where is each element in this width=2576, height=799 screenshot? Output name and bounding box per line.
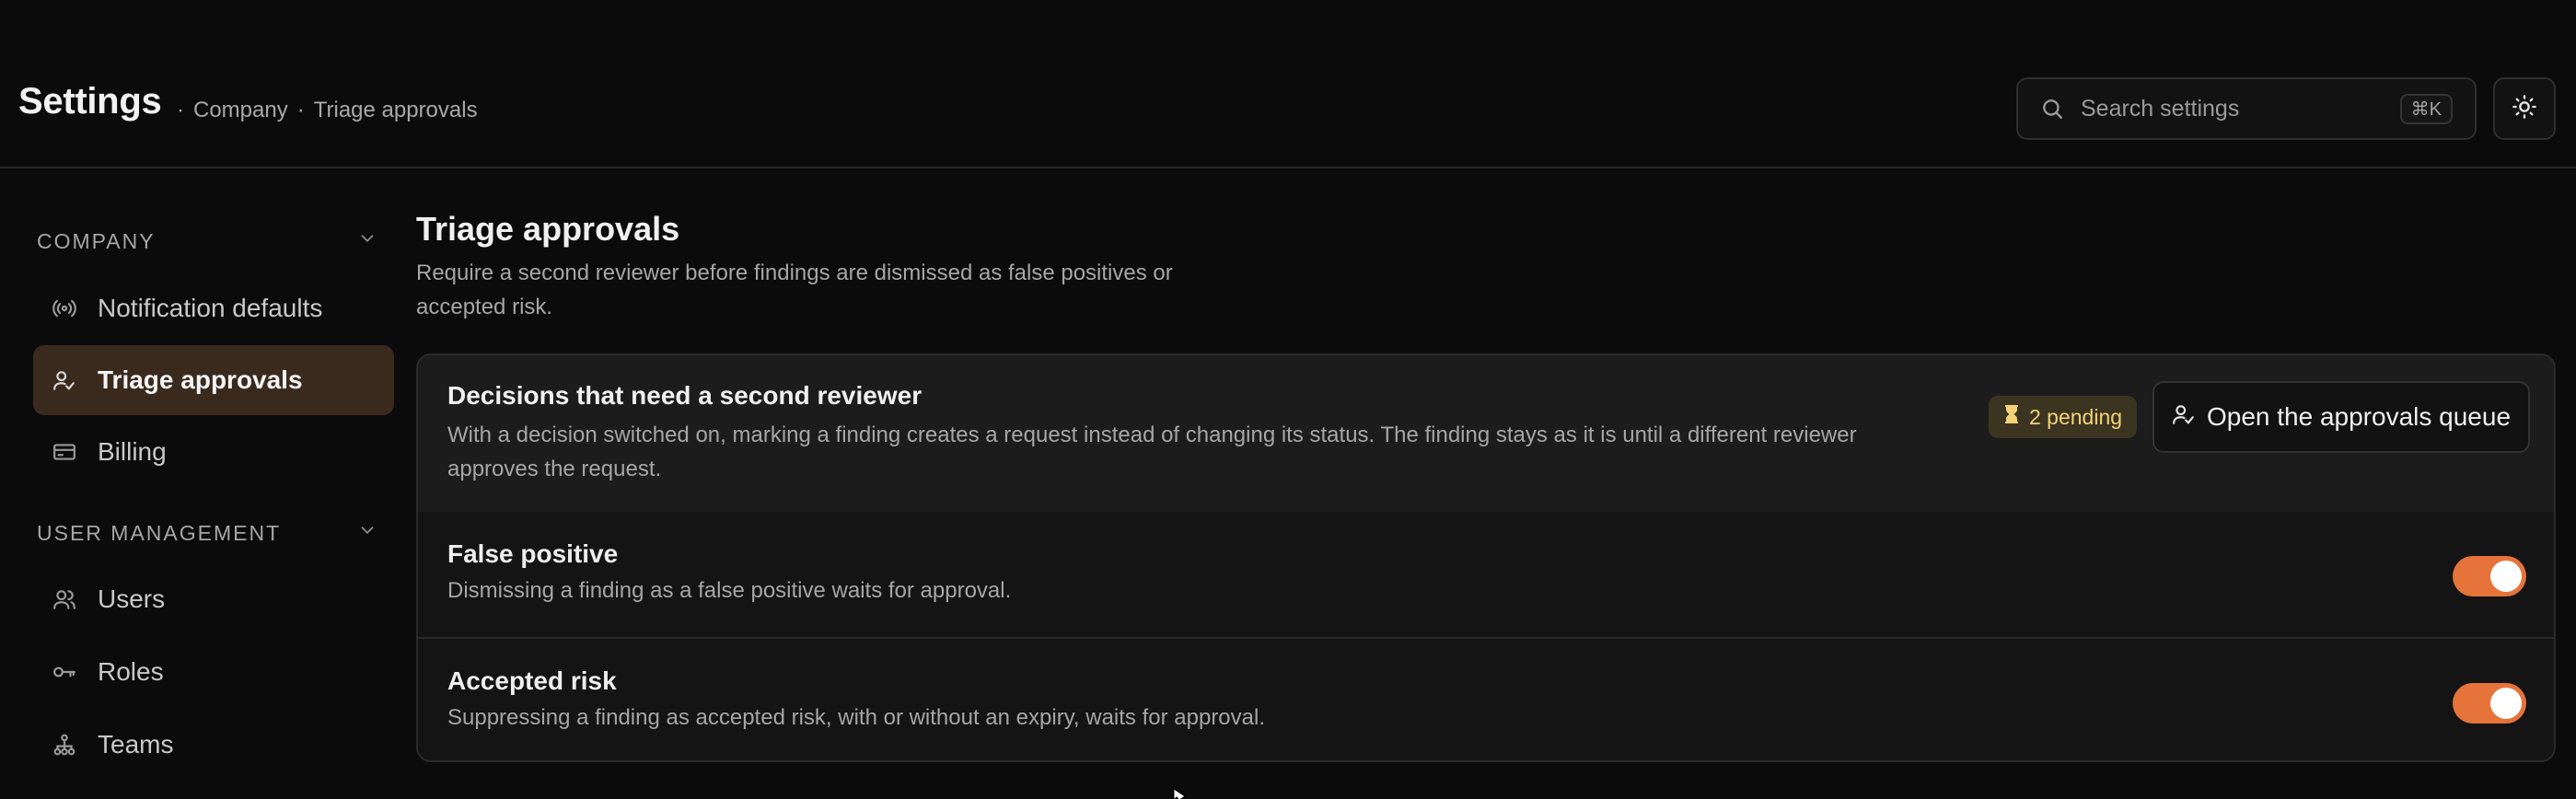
theme-toggle-button[interactable] [2493,77,2556,140]
search-input[interactable]: Search settings ⌘K [2016,77,2477,140]
section-title: Triage approvals [416,210,680,248]
org-chart-icon [52,732,77,758]
breadcrumb: · Company · Triage approvals [177,98,478,123]
chevron-down-icon [357,228,377,254]
sidebar: COMPANY Notification defaults Triage app… [0,168,405,799]
sidebar-item-triage-approvals[interactable]: Triage approvals [33,345,394,415]
breadcrumb-company[interactable]: Company [193,98,288,123]
setting-title: Accepted risk [447,666,617,695]
page-title: Settings [18,81,162,122]
breadcrumb-separator: · [177,98,184,122]
broadcast-icon [52,295,77,321]
breadcrumb-current: Triage approvals [313,98,478,122]
sidebar-item-billing[interactable]: Billing [33,417,394,487]
sidebar-item-label: Teams [98,730,174,758]
section-label: COMPANY [37,228,156,253]
mouse-cursor-icon [1173,788,1186,799]
sidebar-item-label: Roles [98,657,164,686]
sidebar-item-label: Users [98,585,166,613]
card-description: With a decision switched on, marking a f… [447,423,1857,481]
sidebar-item-roles[interactable]: Roles [33,637,394,707]
button-label: Open the approvals queue [2206,402,2512,431]
section-description: Require a second reviewer before finding… [416,261,1173,319]
hourglass-icon [2003,404,2020,430]
setting-description: Dismissing a finding as a false positive… [447,578,1012,603]
users-icon [52,586,77,612]
approvals-card: Decisions that need a second reviewer Wi… [416,353,2556,762]
sidebar-item-notification-defaults[interactable]: Notification defaults [33,273,394,343]
setting-title: False positive [447,539,619,568]
sidebar-item-label: Notification defaults [98,294,323,322]
breadcrumb-separator: · [296,98,305,122]
key-icon [52,659,77,685]
card-title: Decisions that need a second reviewer [447,381,922,410]
sidebar-section-company[interactable]: COMPANY [37,223,377,260]
search-placeholder: Search settings [2081,95,2240,122]
setting-row-false-positive: False positive Dismissing a finding as a… [418,512,2554,637]
sidebar-item-label: Triage approvals [98,365,303,394]
setting-row-accepted-risk: Accepted risk Suppressing a finding as a… [418,637,2554,760]
chevron-down-icon [357,520,377,546]
shortcut-hint: ⌘K [2399,93,2453,124]
toggle-knob [2490,561,2522,592]
sidebar-item-teams[interactable]: Teams [33,710,394,780]
pending-count: 2 pending [2029,404,2123,429]
setting-description: Suppressing a finding as accepted risk, … [447,705,1265,730]
accepted-risk-toggle[interactable] [2453,683,2526,724]
settings-app: Settings · Company · Triage approvals Se… [0,0,2576,799]
sidebar-item-label: Billing [98,437,167,466]
open-approvals-queue-button[interactable]: Open the approvals queue [2152,381,2530,453]
false-positive-toggle[interactable] [2453,556,2526,596]
user-check-icon [2172,402,2196,433]
user-check-icon [52,367,77,393]
card-header: Decisions that need a second reviewer Wi… [418,355,2554,512]
pending-badge: 2 pending [1989,396,2138,438]
search-icon [2040,97,2064,121]
section-label: USER MANAGEMENT [37,520,282,545]
toggle-knob [2490,688,2522,719]
credit-card-icon [52,439,77,465]
sidebar-section-user-management[interactable]: USER MANAGEMENT [37,515,377,551]
sun-icon [2512,94,2537,124]
header: Settings · Company · Triage approvals Se… [0,0,2576,168]
sidebar-item-users[interactable]: Users [33,564,394,634]
